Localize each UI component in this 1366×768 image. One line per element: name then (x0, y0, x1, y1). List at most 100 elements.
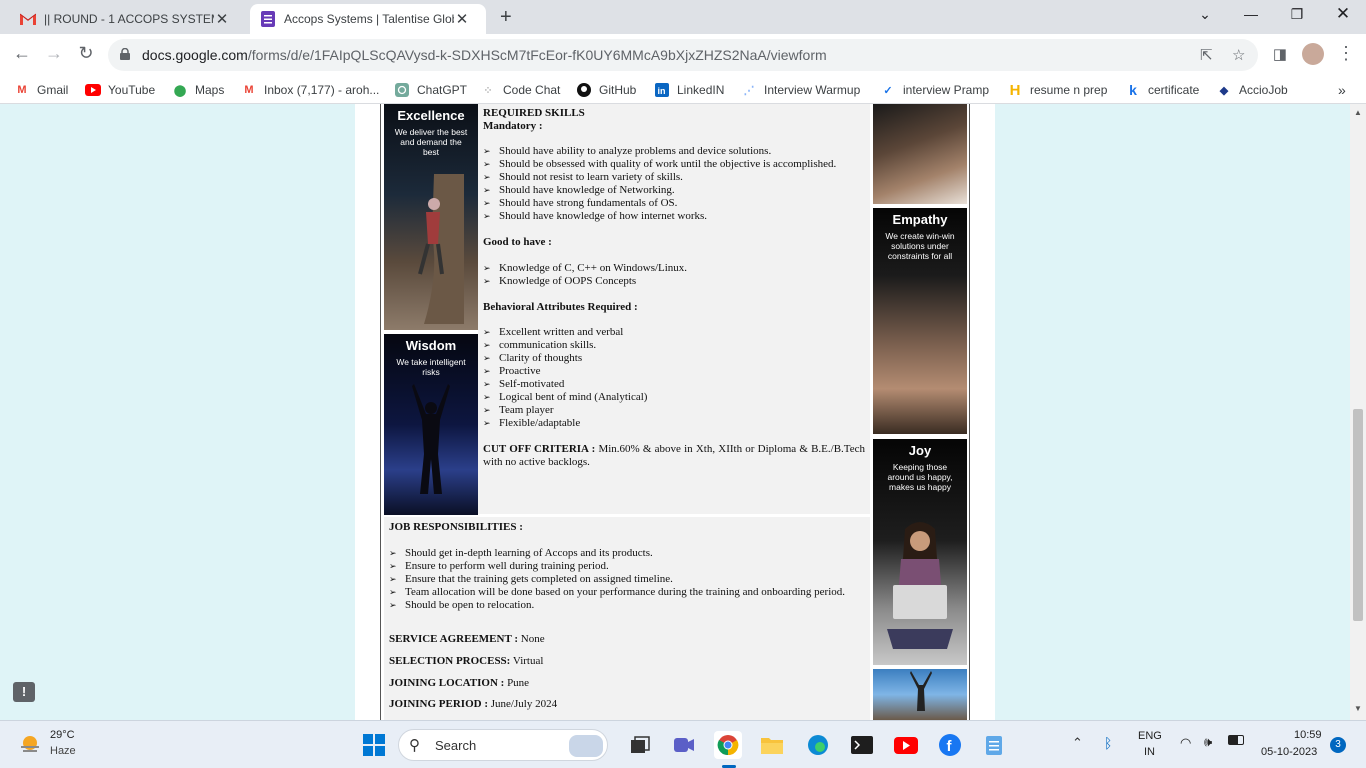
resume-h-icon: H (1009, 81, 1021, 99)
list-item: Should have knowledge of how internet wo… (483, 210, 865, 223)
notepad-icon[interactable] (980, 731, 1008, 759)
search-highlight-icon (569, 735, 603, 757)
code-chat-icon: ⁘ (483, 84, 493, 97)
maximize-button[interactable]: ❐ (1282, 6, 1312, 23)
page-scrollbar[interactable]: ▲ ▼ (1350, 104, 1366, 720)
list-item: Should be open to relocation. (389, 599, 865, 612)
wifi-icon[interactable]: ◠ (1180, 735, 1191, 751)
side-panel-icon[interactable]: ◨ (1268, 45, 1292, 63)
selection-process: SELECTION PROCESS: Virtual (389, 655, 544, 667)
behavioral-list: Excellent written and verbal communicati… (483, 326, 865, 430)
panel-joy: Joy Keeping those around us happy, makes… (873, 439, 967, 665)
tab-accops-form[interactable]: Accops Systems | Talentise Globe ✕ (250, 4, 486, 34)
bookmark-interview-warmup[interactable]: ⋰ Interview Warmup (741, 82, 861, 98)
interview-warmup-icon: ⋰ (743, 84, 755, 97)
weather-desc: Haze (50, 745, 76, 757)
minimize-button[interactable]: — (1236, 6, 1266, 22)
list-item: Ensure to perform well during training p… (389, 560, 865, 573)
list-item: Should get in-depth learning of Accops a… (389, 547, 865, 560)
tab-gmail-round1[interactable]: || ROUND - 1 ACCOPS SYSTEMS ✕ (10, 4, 246, 34)
report-feedback-icon[interactable]: ! (13, 682, 35, 702)
clock-time[interactable]: 10:59 (1294, 729, 1322, 741)
notification-badge[interactable]: 3 (1330, 737, 1346, 753)
gmail-icon: M (17, 84, 27, 96)
more-bookmarks-icon[interactable]: » (1338, 82, 1346, 98)
share-icon[interactable]: ⇱ (1200, 46, 1213, 64)
youtube-icon (85, 82, 101, 98)
bookmark-gmail[interactable]: M Gmail (14, 82, 68, 98)
url-host: docs.google.com (142, 47, 248, 63)
clock-date[interactable]: 05-10-2023 (1261, 746, 1317, 758)
bookmark-acciojob[interactable]: ◆ AccioJob (1216, 82, 1288, 98)
reload-icon[interactable]: ↻ (74, 43, 98, 64)
bookmark-maps[interactable]: ⬤ Maps (172, 82, 225, 98)
edge-icon[interactable] (804, 731, 832, 759)
tab-search-icon[interactable]: ⌄ (1190, 6, 1220, 23)
bookmark-youtube[interactable]: YouTube (85, 82, 155, 98)
volume-icon[interactable]: 🕪 (1204, 734, 1212, 750)
chrome-taskbar-icon[interactable] (714, 731, 742, 759)
list-item: Should not resist to learn variety of sk… (483, 171, 865, 184)
bookmark-certificate[interactable]: k certificate (1125, 82, 1199, 98)
list-item: Knowledge of C, C++ on Windows/Linux. (483, 262, 865, 275)
scroll-down-icon[interactable]: ▼ (1354, 704, 1362, 713)
climber-photo-icon (418, 174, 464, 324)
behavioral-heading: Behavioral Attributes Required : (483, 301, 638, 313)
weather-haze-icon[interactable] (18, 733, 42, 757)
woman-laptop-photo-icon (887, 522, 953, 649)
close-tab-icon[interactable]: ✕ (214, 10, 230, 28)
list-item: Clarity of thoughts (483, 352, 865, 365)
address-bar[interactable]: docs.google.com/forms/d/e/1FAIpQLScQAVys… (108, 39, 1258, 71)
bookmark-linkedin[interactable]: in LinkedIN (654, 82, 724, 98)
menu-kebab-icon[interactable]: ⋮ (1334, 43, 1358, 64)
bookmark-github[interactable]: GitHub (576, 82, 636, 98)
list-item: Should have strong fundamentals of OS. (483, 197, 865, 210)
browser-tab-strip: || ROUND - 1 ACCOPS SYSTEMS ✕ Accops Sys… (0, 0, 1366, 34)
list-item: Excellent written and verbal (483, 326, 865, 339)
bookmark-interview-pramp[interactable]: ✓ interview Pramp (880, 82, 989, 98)
youtube-taskbar-icon[interactable] (892, 731, 920, 759)
bookmark-resume-n-prep[interactable]: Hresume n prep (1007, 81, 1108, 99)
panel-wisdom: Wisdom We take intelligent risks (384, 334, 478, 515)
file-explorer-icon[interactable] (758, 731, 786, 759)
joining-period: JOINING PERIOD : June/July 2024 (389, 698, 558, 710)
windows-start-icon[interactable] (360, 731, 388, 759)
certificate-k-icon: k (1129, 82, 1137, 98)
google-forms-icon (260, 11, 276, 27)
forward-icon[interactable]: → (42, 43, 66, 64)
facebook-icon[interactable]: f (936, 731, 964, 759)
task-view-icon[interactable] (626, 731, 654, 759)
good-to-have-list: Knowledge of C, C++ on Windows/Linux. Kn… (483, 262, 865, 288)
bookmark-chatgpt[interactable]: ChatGPT (394, 82, 467, 98)
bookmark-inbox[interactable]: M Inbox (7,177) - aroh... (241, 82, 379, 98)
taskbar-search[interactable]: ⚲ Search (398, 729, 608, 761)
show-hidden-icons-chevron-icon[interactable]: ⌃ (1072, 735, 1083, 751)
list-item: Proactive (483, 365, 865, 378)
panel-empathy: Empathy We create win-win solutions unde… (873, 208, 967, 434)
close-window-button[interactable]: ✕ (1328, 4, 1358, 24)
language-in[interactable]: IN (1144, 746, 1155, 758)
joining-location: JOINING LOCATION : Pune (389, 677, 530, 689)
scrollbar-thumb[interactable] (1353, 409, 1363, 621)
mandatory-list: Should have ability to analyze problems … (483, 145, 865, 223)
panel-subtitle: We deliver the best and demand the best (394, 127, 468, 157)
browser-toolbar: ← → ↻ docs.google.com/forms/d/e/1FAIpQLS… (0, 34, 1366, 76)
bookmark-star-icon[interactable]: ☆ (1232, 46, 1245, 64)
bluetooth-icon[interactable]: ᛒ (1104, 735, 1112, 751)
panel-subtitle: We create win-win solutions under constr… (885, 231, 955, 261)
terminal-icon[interactable] (848, 731, 876, 759)
bookmark-code-chat[interactable]: ⁘ Code Chat (480, 82, 560, 98)
language-eng[interactable]: ENG (1138, 730, 1162, 742)
teams-meet-icon[interactable] (670, 731, 698, 759)
list-item: Flexible/adaptable (483, 417, 865, 430)
scroll-up-icon[interactable]: ▲ (1354, 108, 1362, 117)
back-icon[interactable]: ← (10, 43, 34, 64)
close-tab-icon[interactable]: ✕ (454, 10, 470, 28)
list-item: Logical bent of mind (Analytical) (483, 391, 865, 404)
battery-icon[interactable] (1228, 735, 1244, 745)
new-tab-button[interactable]: + (500, 6, 512, 29)
gmail-icon: M (244, 84, 254, 96)
profile-avatar[interactable] (1302, 43, 1324, 65)
list-item: Should have knowledge of Networking. (483, 184, 865, 197)
list-item: Should be obsessed with quality of work … (483, 158, 865, 171)
